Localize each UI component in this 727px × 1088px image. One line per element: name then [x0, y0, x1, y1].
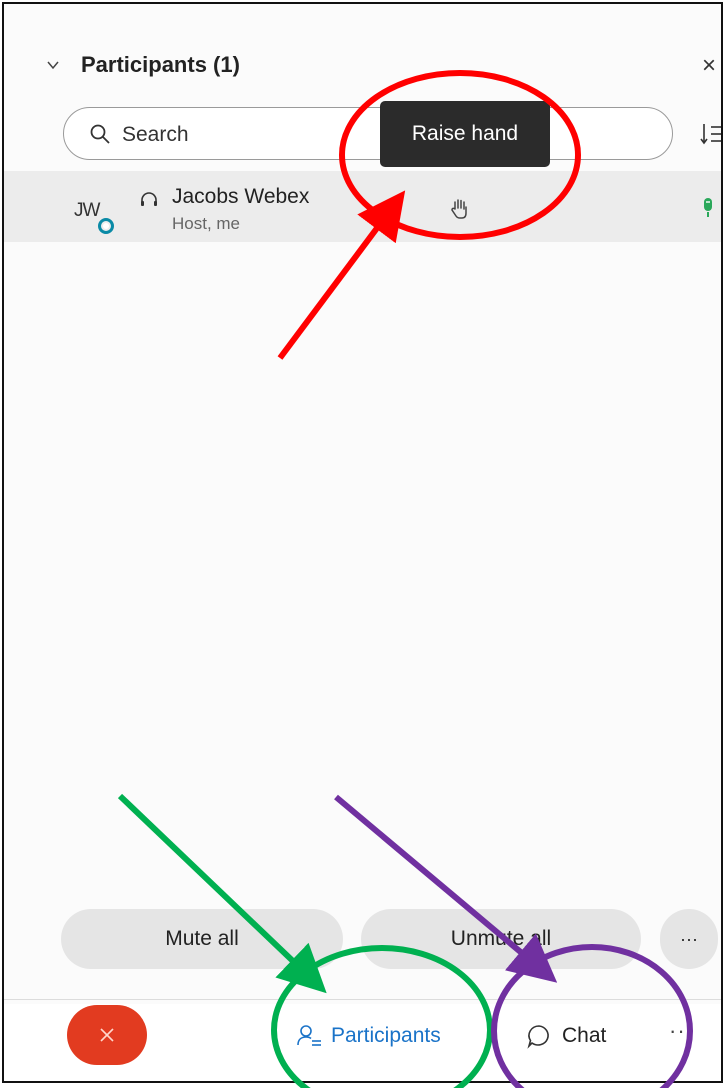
sort-icon[interactable]	[700, 121, 723, 147]
leave-meeting-button[interactable]	[67, 1005, 147, 1065]
participant-row[interactable]: JW Jacobs Webex Host, me	[4, 171, 721, 242]
status-ring-icon	[98, 218, 114, 234]
panel-title: Participants (1)	[81, 52, 240, 77]
more-actions-button[interactable]: ···	[660, 909, 718, 969]
mute-all-button[interactable]: Mute all	[61, 909, 343, 969]
participants-button[interactable]: Participants	[296, 1014, 441, 1058]
headset-icon	[141, 192, 157, 206]
toolbar-more-button[interactable]: ···	[669, 1018, 694, 1044]
participant-name: Jacobs Webex	[172, 185, 310, 208]
search-icon	[90, 124, 110, 144]
search-box[interactable]	[63, 107, 673, 160]
chat-label: Chat	[562, 1024, 607, 1047]
search-input[interactable]	[120, 117, 404, 153]
panel-header: Participants (1) ×	[4, 40, 721, 88]
unmute-all-button[interactable]: Unmute all	[361, 909, 641, 969]
participants-panel-window: Participants (1) × Raise hand JW Jacobs …	[2, 2, 723, 1083]
raise-hand-tooltip: Raise hand	[380, 101, 550, 167]
toolbar-divider	[4, 999, 721, 1000]
close-icon	[100, 1028, 114, 1042]
raise-hand-icon[interactable]	[450, 197, 470, 219]
chevron-down-icon[interactable]	[46, 58, 60, 72]
avatar: JW	[74, 200, 100, 221]
close-icon[interactable]: ×	[702, 54, 716, 78]
participants-icon	[297, 1025, 321, 1046]
chat-icon	[527, 1025, 549, 1049]
participants-label: Participants	[331, 1024, 441, 1047]
participant-role: Host, me	[172, 214, 241, 233]
microphone-icon[interactable]	[701, 197, 715, 219]
chat-button[interactable]: Chat	[526, 1014, 606, 1058]
